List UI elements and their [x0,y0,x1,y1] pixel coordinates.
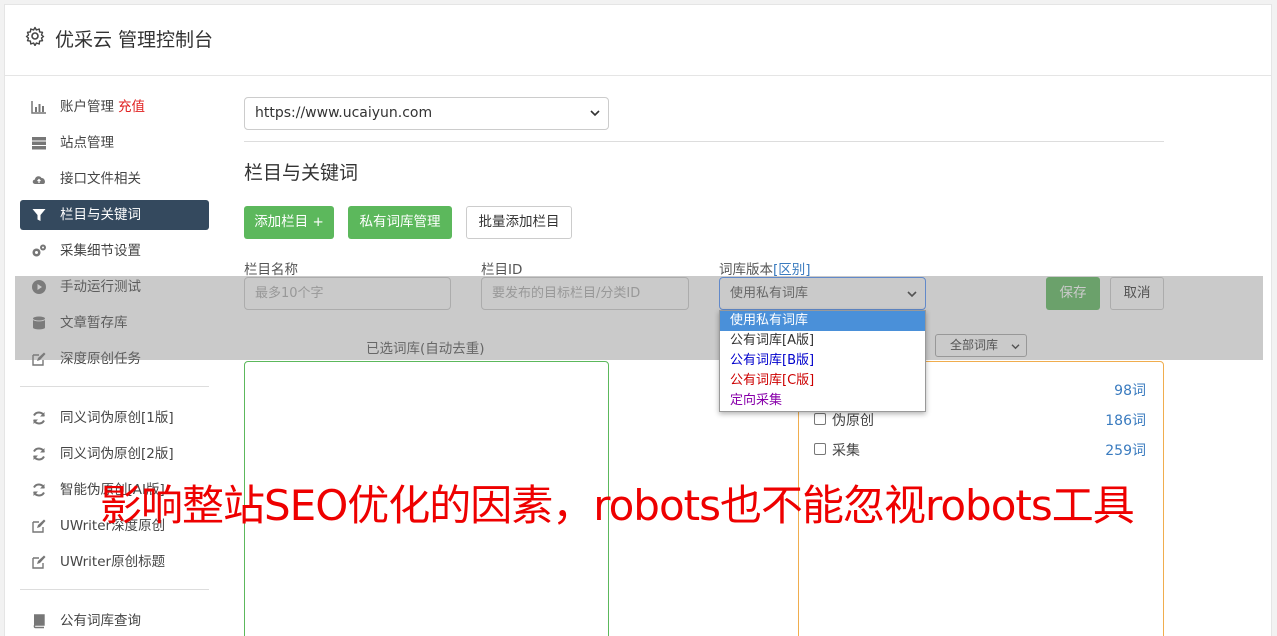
dropdown-option-directed[interactable]: 定向采集 [720,391,925,411]
edit-icon [32,519,46,533]
dropdown-option-public-b[interactable]: 公有词库[B版] [720,351,925,371]
dropdown-option-public-a[interactable]: 公有词库[A版] [720,331,925,351]
library-count: 186词 [1105,413,1146,429]
version-dropdown-list[interactable]: 使用私有词库 公有词库[A版] 公有词库[B版] 公有词库[C版] 定向采集 [719,310,926,412]
sidebar-item-synonym-v2[interactable]: 同义词伪原创[2版] [20,439,209,469]
sidebar-divider [20,386,209,387]
sidebar-item-label: 接口文件相关 [60,171,141,187]
library-checkbox[interactable] [814,443,826,455]
library-count: 259词 [1105,443,1146,459]
sidebar-item-account[interactable]: 账户管理 充值 [20,92,209,122]
sidebar-item-label: 栏目与关键词 [60,207,141,223]
library-checkbox[interactable] [814,413,826,425]
dropdown-option-private[interactable]: 使用私有词库 [720,311,925,331]
sidebar-item-label: 同义词伪原创[2版] [60,446,174,462]
bar-chart-icon [31,101,46,114]
sidebar-divider [20,589,209,590]
sidebar: 账户管理 充值 站点管理 接口文件相关 栏目与关键词 采集细节设置 手动运行测试 … [20,92,209,636]
gray-overlay-band [15,276,1263,360]
sidebar-item-label: 采集细节设置 [60,243,141,259]
sidebar-item-columns-keywords[interactable]: 栏目与关键词 [20,200,209,230]
sidebar-item-interface-files[interactable]: 接口文件相关 [20,164,209,194]
filter-icon [32,209,46,221]
column-name-label: 栏目名称 [244,262,298,278]
page-header: 优采云 管理控制台 [5,5,1271,76]
site-select-value: https://www.ucaiyun.com [255,105,433,121]
column-id-label: 栏目ID [481,262,523,278]
library-name: 采集 [832,443,860,459]
sidebar-item-label: 同义词伪原创[1版] [60,410,174,426]
sidebar-item-label: 账户管理 [60,99,114,115]
page-title: 优采云 管理控制台 [55,29,214,51]
sidebar-item-label: 站点管理 [60,135,114,151]
sidebar-item-sites[interactable]: 站点管理 [20,128,209,158]
refresh-icon [33,447,45,461]
add-column-button[interactable]: 添加栏目 + [244,206,334,239]
sidebar-item-label: UWriter原创标题 [60,554,166,570]
chevron-down-icon [590,110,600,117]
gear-icon [25,26,45,46]
sidebar-item-label: 公有词库查询 [60,613,141,629]
batch-add-button[interactable]: 批量添加栏目 [466,206,572,239]
sidebar-item-public-lib-query[interactable]: 公有词库查询 [20,606,209,636]
library-count: 98词 [1114,383,1146,399]
refresh-icon [33,483,45,497]
sidebar-item-synonym-v1[interactable]: 同义词伪原创[1版] [20,403,209,433]
cloud-upload-icon [32,176,45,184]
divider [244,141,1164,142]
version-label: 词库版本[区别] [719,258,811,278]
watermark-caption: 影响整站SEO优化的因素，robots也不能忽视robots工具 [100,481,1135,530]
refresh-icon [33,411,45,425]
sidebar-item-uwriter-title[interactable]: UWriter原创标题 [20,547,209,577]
site-select[interactable]: https://www.ucaiyun.com [244,97,609,130]
private-lib-button[interactable]: 私有词库管理 [348,206,452,239]
book-icon [33,614,45,629]
sidebar-item-collect-settings[interactable]: 采集细节设置 [20,236,209,266]
library-name: 伪原创 [832,413,874,429]
section-title: 栏目与关键词 [244,162,359,184]
edit-icon [32,555,46,569]
list-item[interactable]: 伪原创 186词 [814,410,1146,430]
list-item[interactable]: 采集 259词 [814,440,1146,460]
gears-icon [32,244,46,257]
dropdown-option-public-c[interactable]: 公有词库[C版] [720,371,925,391]
recharge-link[interactable]: 充值 [118,99,145,115]
server-icon [32,137,46,150]
